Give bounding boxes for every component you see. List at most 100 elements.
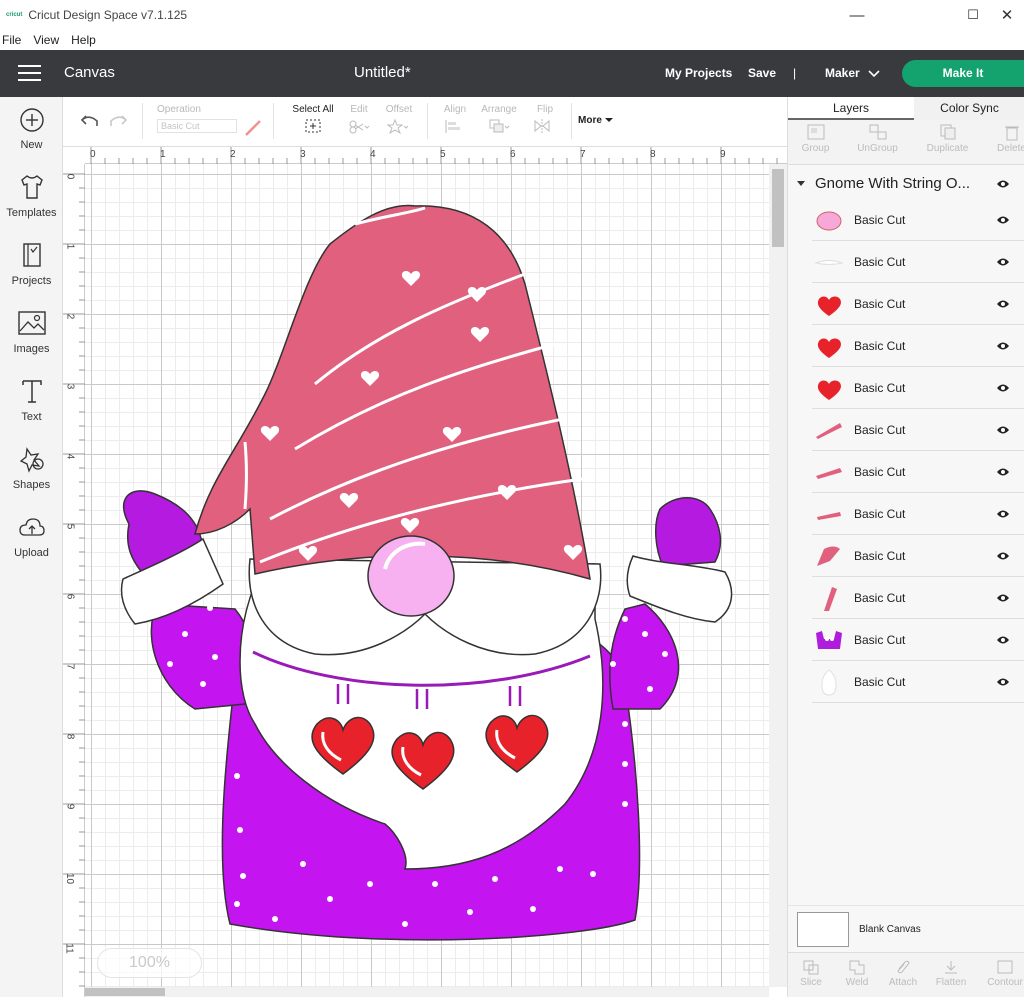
eye-icon[interactable] [996, 635, 1010, 645]
layer-thumbnail [817, 338, 841, 358]
zoom-indicator[interactable]: 100% [97, 948, 202, 978]
ruler-label: 3 [300, 149, 306, 160]
make-it-button[interactable]: Make It [902, 60, 1024, 87]
group-button[interactable]: Group [788, 123, 843, 154]
edit-button[interactable]: Edit [344, 104, 374, 137]
layer-row[interactable]: Basic Cut [812, 199, 1024, 241]
pen-color-icon[interactable] [243, 119, 263, 137]
layer-row[interactable]: Basic Cut [812, 619, 1024, 661]
eye-icon[interactable] [996, 509, 1010, 519]
minimize-button[interactable]: — [834, 0, 880, 30]
window-title: Cricut Design Space v7.1.125 [28, 8, 188, 22]
delete-button[interactable]: Delete [984, 123, 1024, 154]
contour-button[interactable]: Contour [980, 959, 1024, 988]
sidebar-item-shapes[interactable]: Shapes [0, 445, 63, 491]
layer-row[interactable]: Basic Cut [812, 535, 1024, 577]
contour-icon [997, 960, 1013, 974]
offset-label: Offset [385, 104, 413, 115]
layer-group-row[interactable]: Gnome With String O... [788, 171, 1024, 199]
layer-row[interactable]: Basic Cut [812, 241, 1024, 283]
menu-file[interactable]: File [0, 33, 27, 47]
cricut-logo-icon: cricut [6, 12, 23, 18]
menu-help[interactable]: Help [69, 33, 102, 47]
sidebar-item-upload[interactable]: Upload [0, 515, 63, 559]
gnome-artwork[interactable] [85, 164, 769, 987]
ungroup-button[interactable]: UnGroup [850, 123, 905, 154]
toolbar-divider [427, 103, 428, 139]
layer-row[interactable]: Basic Cut [812, 577, 1024, 619]
vertical-scrollbar[interactable] [769, 164, 787, 987]
sidebar-item-new[interactable]: New [0, 107, 63, 151]
attach-button[interactable]: Attach [880, 959, 926, 988]
slice-button[interactable]: Slice [788, 959, 834, 988]
layer-row[interactable]: Basic Cut [812, 283, 1024, 325]
eye-icon[interactable] [996, 551, 1010, 561]
layer-row[interactable]: Basic Cut [812, 367, 1024, 409]
ruler-label: 8 [650, 149, 656, 160]
offset-button[interactable]: Offset [383, 104, 415, 137]
operation-control[interactable]: Operation Basic Cut [157, 104, 237, 133]
arrange-icon [489, 119, 510, 133]
duplicate-button[interactable]: Duplicate [920, 123, 975, 154]
scroll-thumb[interactable] [85, 988, 165, 996]
arrange-label: Arrange [481, 104, 517, 115]
eye-icon[interactable] [996, 383, 1010, 393]
my-projects-link[interactable]: My Projects [665, 66, 732, 80]
ruler-ticks [90, 147, 778, 164]
eye-icon[interactable] [996, 593, 1010, 603]
scroll-thumb[interactable] [772, 169, 784, 247]
eye-icon[interactable] [996, 425, 1010, 435]
ruler-corner [63, 147, 85, 164]
eye-icon[interactable] [996, 257, 1010, 267]
design-canvas[interactable] [85, 164, 769, 987]
flatten-button[interactable]: Flatten [926, 959, 976, 988]
layer-row[interactable]: Basic Cut [812, 661, 1024, 703]
select-all-button[interactable]: Select All [288, 104, 338, 137]
eye-icon[interactable] [996, 215, 1010, 225]
undo-icon[interactable] [79, 113, 99, 129]
tab-layers[interactable]: Layers [788, 97, 914, 120]
close-button[interactable]: ✕ [984, 0, 1024, 30]
tab-color-sync[interactable]: Color Sync [914, 97, 1024, 120]
nose-shape [367, 535, 455, 617]
save-link[interactable]: Save [748, 66, 776, 80]
sidebar-item-projects[interactable]: Projects [0, 241, 63, 287]
operation-label: Operation [157, 104, 201, 115]
layer-row[interactable]: Basic Cut [812, 325, 1024, 367]
horizontal-scrollbar[interactable] [85, 987, 769, 997]
menu-bar: File View Help [0, 30, 1024, 50]
caret-down-icon[interactable] [797, 181, 805, 187]
layer-row[interactable]: Basic Cut [812, 409, 1024, 451]
layer-row[interactable]: Basic Cut [812, 493, 1024, 535]
weld-button[interactable]: Weld [834, 959, 880, 988]
layer-thumbnail [814, 260, 844, 265]
hamburger-menu-icon[interactable] [18, 65, 41, 82]
blank-canvas-row[interactable]: Blank Canvas [788, 905, 1024, 957]
sidebar-item-label: Text [21, 411, 42, 423]
layer-row[interactable]: Basic Cut [812, 451, 1024, 493]
sidebar-item-text[interactable]: Text [0, 377, 63, 423]
ruler-label: 5 [64, 523, 76, 530]
redo-icon[interactable] [109, 113, 129, 129]
eye-icon[interactable] [996, 467, 1010, 477]
layer-name: Basic Cut [854, 381, 906, 395]
machine-selector[interactable]: Maker [825, 66, 860, 80]
arrange-button[interactable]: Arrange [479, 104, 519, 137]
align-button[interactable]: Align [437, 104, 473, 137]
ruler-label: 0 [90, 149, 96, 160]
menu-view[interactable]: View [31, 33, 65, 47]
flip-label: Flip [536, 104, 554, 115]
eye-icon[interactable] [996, 341, 1010, 351]
more-menu-button[interactable]: More [578, 115, 613, 126]
operation-select[interactable]: Basic Cut [157, 119, 237, 133]
eye-icon[interactable] [996, 677, 1010, 687]
blank-canvas-swatch[interactable] [797, 912, 849, 947]
chevron-down-icon[interactable] [868, 70, 880, 78]
sidebar-item-templates[interactable]: Templates [0, 173, 63, 219]
document-title: Untitled* [354, 64, 411, 81]
eye-icon[interactable] [996, 299, 1010, 309]
flip-button[interactable]: Flip [528, 104, 562, 137]
ungroup-label: UnGroup [857, 143, 898, 154]
eye-icon[interactable] [996, 179, 1010, 189]
sidebar-item-images[interactable]: Images [0, 309, 63, 355]
